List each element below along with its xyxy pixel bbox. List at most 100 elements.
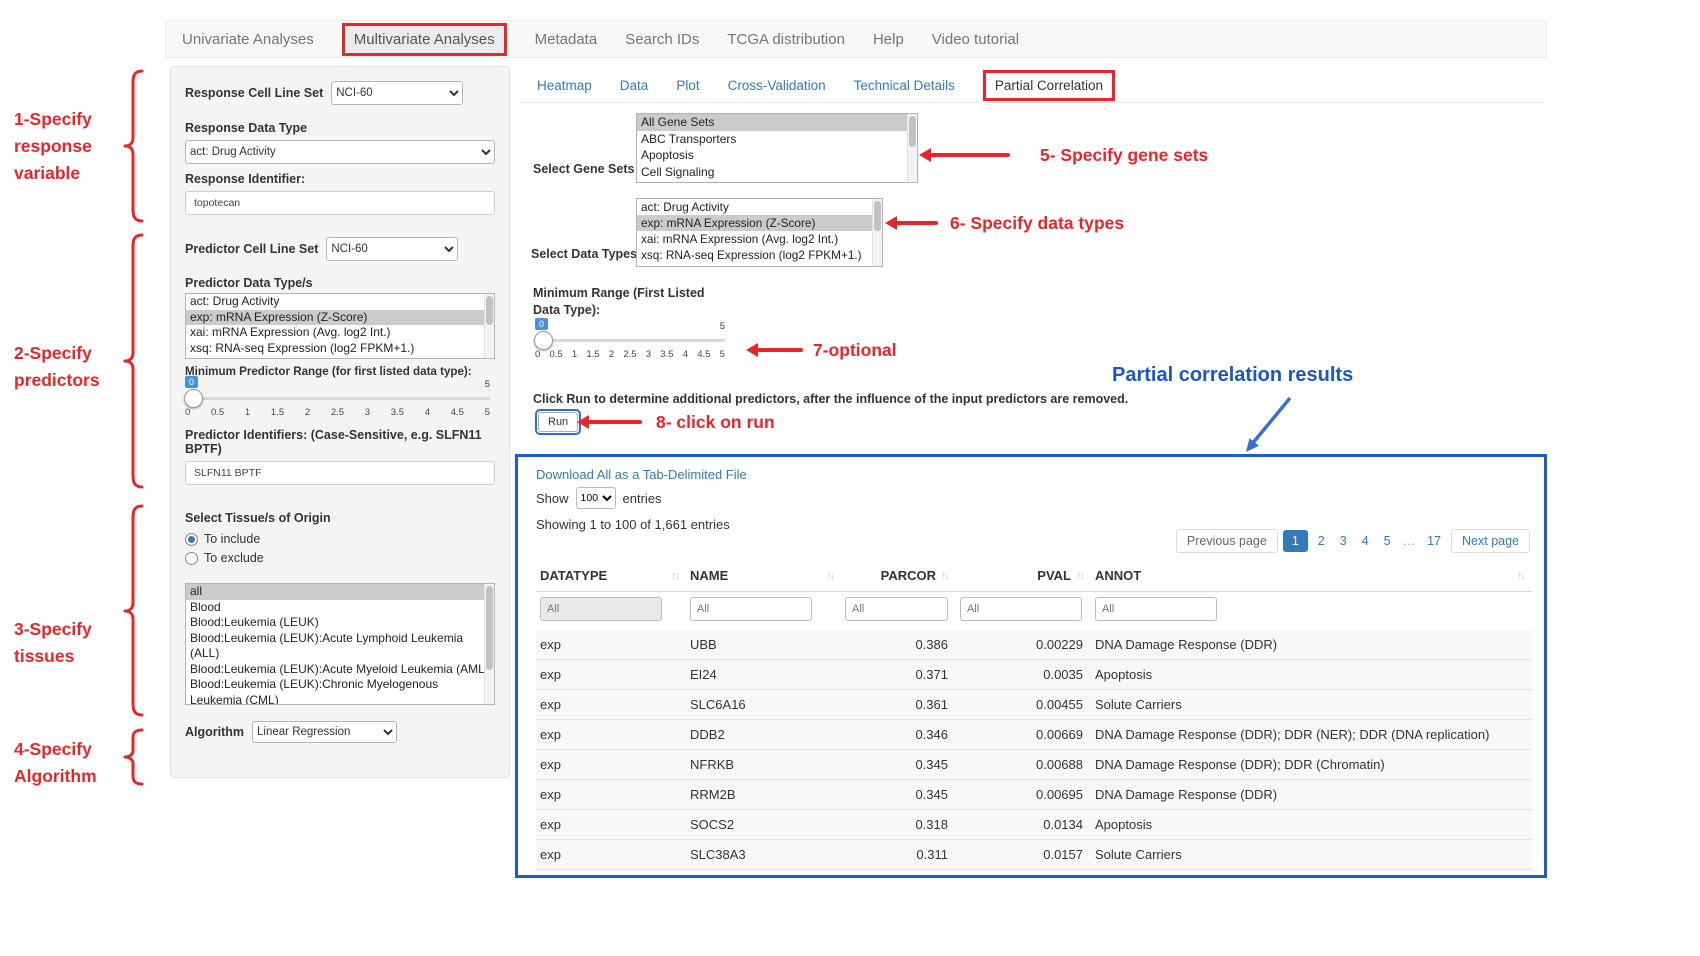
tabs-divider bbox=[520, 102, 1546, 103]
tab-cross-validation[interactable]: Cross-Validation bbox=[728, 78, 826, 93]
cell-annot: DNA Damage Response (DDR) bbox=[1091, 630, 1532, 660]
scrollbar-thumb[interactable] bbox=[874, 201, 881, 231]
cell-parcor: 0.345 bbox=[841, 750, 956, 780]
scrollbar[interactable] bbox=[484, 294, 494, 358]
cell-name: SOCS2 bbox=[686, 810, 841, 840]
run-button-highlight: Run bbox=[535, 409, 581, 435]
filter-parcor-input[interactable] bbox=[845, 597, 948, 621]
sort-icon: ↑↓ bbox=[941, 570, 948, 582]
col-header-pval[interactable]: PVAL↑↓ bbox=[956, 561, 1091, 592]
annotation-step8: 8- click on run bbox=[656, 409, 775, 436]
list-option-selected[interactable]: exp: mRNA Expression (Z-Score) bbox=[186, 310, 494, 326]
tab-partial-correlation[interactable]: Partial Correlation bbox=[983, 70, 1115, 101]
list-option[interactable]: xsq: RNA-seq Expression (log2 FPKM+1.) bbox=[637, 247, 882, 263]
list-option[interactable]: Apoptosis bbox=[637, 147, 917, 164]
cell-name: EI24 bbox=[686, 660, 841, 690]
response-data-type-select[interactable]: act: Drug Activity bbox=[185, 140, 495, 164]
nav-item-multivariate-analyses[interactable]: Multivariate Analyses bbox=[342, 23, 507, 56]
results-table: DATATYPE↑↓ NAME ↑↓ PARCOR↑↓ PVAL↑↓ ANNOT↑… bbox=[536, 561, 1532, 870]
predictor-identifiers-input[interactable] bbox=[185, 461, 495, 485]
page-button-5[interactable]: 5 bbox=[1379, 530, 1396, 552]
cell-pval: 0.00669 bbox=[956, 720, 1091, 750]
list-option[interactable]: Blood bbox=[186, 600, 494, 616]
cell-parcor: 0.345 bbox=[841, 780, 956, 810]
brace-tissues-section bbox=[120, 503, 146, 718]
scrollbar-thumb[interactable] bbox=[909, 116, 916, 147]
col-header-datatype[interactable]: DATATYPE↑↓ bbox=[536, 561, 686, 592]
scrollbar[interactable] bbox=[484, 584, 494, 704]
slider-tick: 0.5 bbox=[211, 407, 224, 418]
predictor-cell-line-set-select[interactable]: NCI-60 bbox=[326, 237, 458, 261]
list-option[interactable]: xsq: RNA-seq Expression (log2 FPKM+1.) bbox=[186, 341, 494, 357]
scrollbar[interactable] bbox=[907, 114, 917, 182]
table-row: exp SLC6A16 0.361 0.00455 Solute Carrier… bbox=[536, 690, 1532, 720]
previous-page-button[interactable]: Previous page bbox=[1176, 529, 1278, 553]
showing-entries-text: Showing 1 to 100 of 1,661 entries bbox=[536, 517, 730, 532]
list-option[interactable]: ABC Transporters bbox=[637, 131, 917, 148]
filter-annot-input[interactable] bbox=[1095, 597, 1217, 621]
cell-annot: DNA Damage Response (DDR) bbox=[1091, 780, 1532, 810]
annotation-results-title: Partial correlation results bbox=[1112, 364, 1353, 387]
page-button-17[interactable]: 17 bbox=[1422, 530, 1446, 552]
response-cell-line-set-select[interactable]: NCI-60 bbox=[331, 81, 463, 105]
list-option[interactable]: Blood:Leukemia (LEUK):Acute Myeloid Leuk… bbox=[186, 662, 494, 678]
nav-item-help[interactable]: Help bbox=[873, 31, 904, 48]
slider-handle[interactable] bbox=[534, 331, 553, 350]
run-button[interactable]: Run bbox=[538, 412, 578, 432]
response-identifier-input[interactable] bbox=[185, 191, 495, 215]
scrollbar-thumb[interactable] bbox=[486, 586, 493, 670]
page-button-1[interactable]: 1 bbox=[1283, 530, 1308, 552]
nav-item-metadata[interactable]: Metadata bbox=[535, 31, 598, 48]
col-header-parcor[interactable]: PARCOR↑↓ bbox=[841, 561, 956, 592]
col-header-name[interactable]: NAME ↑↓ bbox=[686, 561, 841, 592]
next-page-button[interactable]: Next page bbox=[1451, 529, 1530, 553]
slider-track[interactable] bbox=[535, 339, 725, 342]
sort-icon: ↑↓ bbox=[826, 570, 833, 582]
run-instruction: Click Run to determine additional predic… bbox=[533, 392, 1128, 406]
filter-name-input[interactable] bbox=[690, 597, 812, 621]
data-types-listbox: act: Drug Activity exp: mRNA Expression … bbox=[636, 198, 883, 267]
scrollbar-thumb[interactable] bbox=[486, 296, 493, 325]
tab-heatmap[interactable]: Heatmap bbox=[537, 78, 592, 93]
list-option-selected[interactable]: all bbox=[186, 584, 494, 600]
tissue-exclude-radio[interactable]: To exclude bbox=[185, 551, 495, 565]
cell-name: DDB2 bbox=[686, 720, 841, 750]
list-option[interactable]: xai: mRNA Expression (Avg. log2 Int.) bbox=[186, 325, 494, 341]
download-link[interactable]: Download All as a Tab-Delimited File bbox=[536, 467, 747, 482]
algorithm-select[interactable]: Linear Regression bbox=[252, 721, 397, 743]
tab-data[interactable]: Data bbox=[620, 78, 649, 93]
list-option[interactable]: Blood:Leukemia (LEUK):Chronic Myelogenou… bbox=[186, 677, 494, 705]
page-length-select[interactable]: 100 bbox=[576, 487, 616, 509]
list-option[interactable]: act: Drug Activity bbox=[637, 199, 882, 215]
list-option[interactable]: Cell Signaling bbox=[637, 164, 917, 181]
list-option-selected[interactable]: All Gene Sets bbox=[637, 114, 917, 131]
tab-technical-details[interactable]: Technical Details bbox=[854, 78, 955, 93]
page-button-3[interactable]: 3 bbox=[1335, 530, 1352, 552]
slider-tick: 5 bbox=[485, 407, 490, 418]
list-option[interactable]: xai: mRNA Expression (Avg. log2 Int.) bbox=[637, 231, 882, 247]
list-option[interactable]: act: Drug Activity bbox=[186, 294, 494, 310]
filter-pval-input[interactable] bbox=[960, 597, 1082, 621]
slider-handle[interactable] bbox=[184, 389, 203, 408]
list-option[interactable]: Blood:Leukemia (LEUK) bbox=[186, 615, 494, 631]
scrollbar[interactable] bbox=[872, 199, 882, 266]
nav-item-univariate-analyses[interactable]: Univariate Analyses bbox=[182, 31, 314, 48]
list-option[interactable]: Blood:Leukemia (LEUK):Acute Lymphoid Leu… bbox=[186, 631, 494, 662]
tab-plot[interactable]: Plot bbox=[676, 78, 699, 93]
predictor-data-types-listbox: act: Drug Activity exp: mRNA Expression … bbox=[185, 293, 495, 359]
col-header-annot[interactable]: ANNOT↑↓ bbox=[1091, 561, 1532, 592]
cell-datatype: exp bbox=[536, 750, 686, 780]
page-button-2[interactable]: 2 bbox=[1313, 530, 1330, 552]
tissue-include-radio[interactable]: To include bbox=[185, 532, 495, 546]
nav-item-search-ids[interactable]: Search IDs bbox=[625, 31, 699, 48]
col-header-label: NAME bbox=[690, 568, 728, 583]
filter-datatype-input[interactable] bbox=[540, 597, 662, 621]
nav-item-video-tutorial[interactable]: Video tutorial bbox=[932, 31, 1019, 48]
slider-track[interactable] bbox=[185, 397, 490, 400]
list-option-selected[interactable]: exp: mRNA Expression (Z-Score) bbox=[637, 215, 882, 231]
slider-tick: 3 bbox=[365, 407, 370, 418]
nav-item-tcga-distribution[interactable]: TCGA distribution bbox=[727, 31, 845, 48]
page-button-4[interactable]: 4 bbox=[1357, 530, 1374, 552]
cell-name: NFRKB bbox=[686, 750, 841, 780]
response-data-type-label: Response Data Type bbox=[185, 121, 495, 135]
